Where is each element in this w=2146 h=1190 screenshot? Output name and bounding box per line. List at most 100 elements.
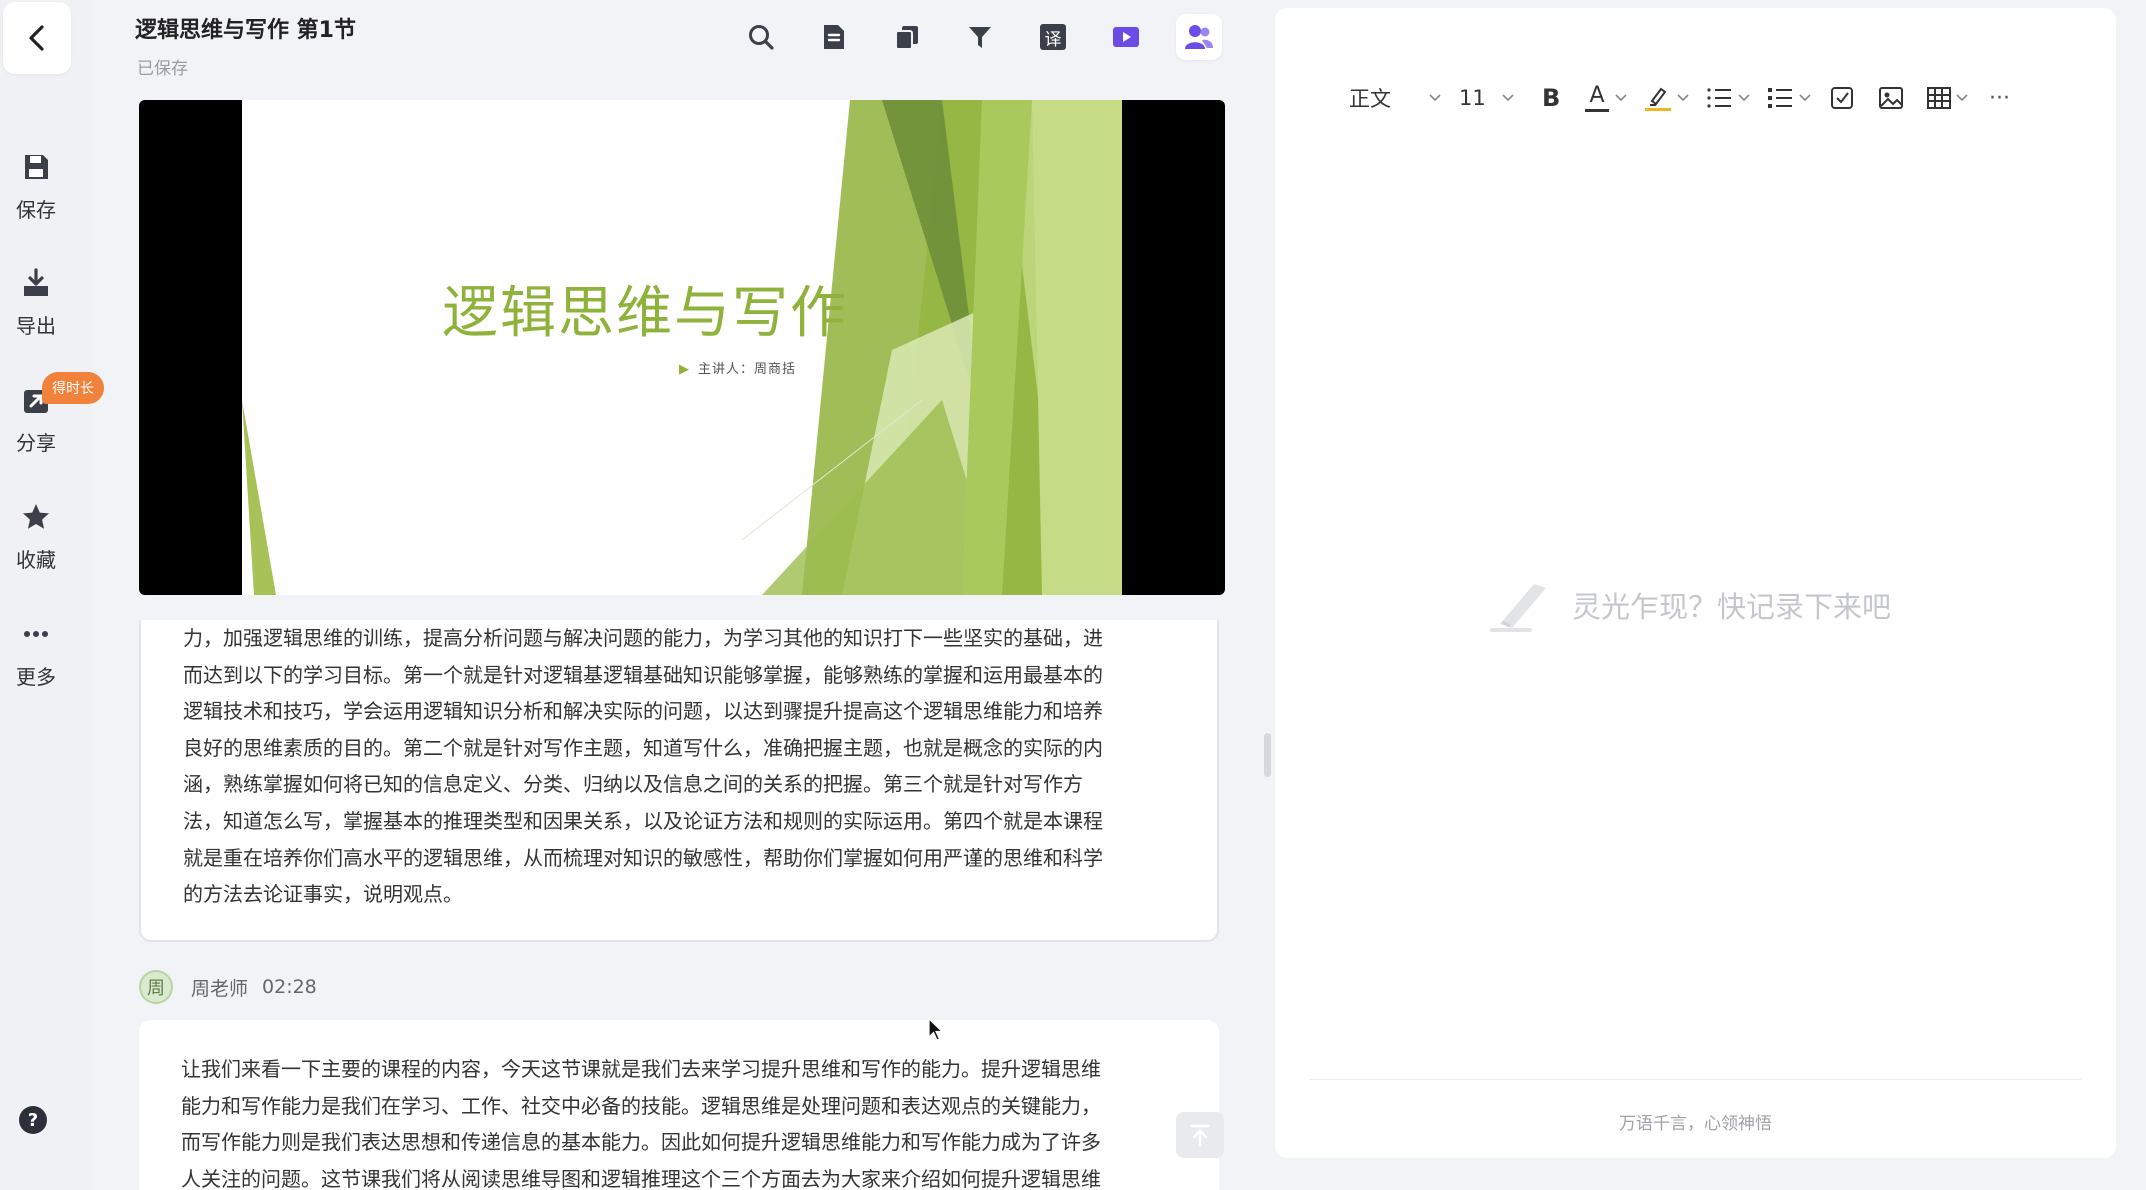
speaker-row: 周 周老师 02:28: [139, 970, 317, 1004]
filter-icon: [969, 27, 991, 48]
favorite-button[interactable]: 收藏: [0, 500, 72, 573]
chevron-down-icon: [1502, 94, 1514, 102]
transcript-text: 力，加强逻辑思维的训练，提高分析问题与解决问题的能力，为学习其他的知识打下一些坚…: [183, 620, 1173, 913]
more-button[interactable]: 更多: [0, 617, 72, 690]
bold-button[interactable]: B: [1542, 78, 1560, 118]
help-icon[interactable]: ?: [19, 1106, 47, 1134]
transcript-line: 而写作能力则是我们表达思想和传递信息的基本能力。因此如何提升逻辑思维能力和写作能…: [181, 1130, 1101, 1155]
font-color-glyph: A: [1589, 82, 1605, 108]
save-button[interactable]: 保存: [0, 150, 72, 223]
more-tools-button[interactable]: ···: [1989, 78, 2010, 118]
editor-footer: 万语千言，心领神悟: [1619, 1114, 1772, 1134]
transcript-line: 力，加强逻辑思维的训练，提高分析问题与解决问题的能力，为学习其他的知识打下一些坚…: [183, 626, 1103, 650]
copy-button[interactable]: [884, 14, 930, 60]
speaker-timestamp[interactable]: 02:28: [262, 976, 317, 998]
notes-icon: [824, 25, 844, 49]
chevron-left-icon: [29, 25, 44, 51]
transcript-text: 让我们来看一下主要的课程的内容，今天这节课就是我们去来学习提升思维和写作的能力。…: [181, 1051, 1171, 1190]
save-status: 已保存: [137, 59, 188, 79]
panel-resize-handle[interactable]: [1264, 733, 1271, 777]
paragraph-style-value: 正文: [1349, 87, 1391, 111]
font-color-icon: A: [1585, 82, 1609, 112]
filter-button[interactable]: [957, 14, 1003, 60]
bullet-list-button[interactable]: [1767, 78, 1811, 118]
placeholder-text: 灵光乍现？快记录下来吧: [1572, 590, 1892, 624]
video-button[interactable]: [1103, 14, 1149, 60]
slide-subtitle: ▶ 主讲人：周商括: [679, 358, 796, 377]
ordered-list-button[interactable]: [1706, 78, 1750, 118]
bold-icon: B: [1542, 84, 1561, 112]
save-label: 保存: [16, 198, 56, 222]
export-button[interactable]: 导出: [0, 266, 72, 339]
search-icon: [749, 25, 774, 50]
pen-icon: [1490, 584, 1546, 632]
avatar: 周: [139, 970, 173, 1004]
arrow-up-icon: [1190, 1124, 1210, 1147]
transcript-segment[interactable]: 让我们来看一下主要的课程的内容，今天这节课就是我们去来学习提升思维和写作的能力。…: [139, 1020, 1219, 1190]
share-label: 分享: [16, 431, 56, 455]
star-icon: [19, 500, 53, 534]
mouse-cursor-icon: [928, 1018, 944, 1041]
play-triangle-icon: ▶: [679, 362, 690, 377]
slide-presenter: 主讲人：周商括: [698, 362, 797, 377]
chevron-down-icon: [1677, 94, 1689, 102]
checkbox-icon: [1831, 87, 1853, 109]
transcript-line: 法，知道怎么写，掌握基本的推理类型和因果关系，以及论证方法和规则的实际运用。第四…: [183, 808, 1103, 833]
font-size-select[interactable]: 11: [1459, 78, 1514, 118]
more-label: 更多: [16, 665, 56, 689]
highlight-icon: [1645, 85, 1671, 111]
checklist-button[interactable]: [1830, 78, 1854, 118]
transcript-segment-active[interactable]: 力，加强逻辑思维的训练，提高分析问题与解决问题的能力，为学习其他的知识打下一些坚…: [139, 620, 1219, 942]
transcript-line: 的方法去论证事实，说明观点。: [183, 882, 463, 907]
download-icon: [19, 266, 53, 300]
font-color-swatch: [1585, 108, 1609, 112]
transcript-line: 人关注的问题。这节课我们将从阅读思维导图和逻辑推理这个三个方面去为大家来介绍如何…: [181, 1166, 1101, 1190]
more-icon: ···: [1989, 85, 2010, 111]
ordered-list-icon: [1707, 88, 1731, 108]
transcript-line: 能力和写作能力是我们在学习、工作、社交中必备的技能。逻辑思维是处理问题和表达观点…: [181, 1093, 1101, 1118]
transcript-panel: 逻辑思维与写作 第1节 已保存 译 逻辑思维与写作 ▶ 主讲人：周商括 力，加强…: [91, 0, 1231, 1190]
paragraph-style-select[interactable]: 正文: [1349, 78, 1441, 118]
back-button[interactable]: [3, 2, 71, 74]
chevron-down-icon: [1738, 94, 1750, 102]
speakers-button[interactable]: [1176, 14, 1222, 60]
font-size-value: 11: [1459, 86, 1486, 110]
export-label: 导出: [16, 314, 56, 338]
image-icon: [1879, 87, 1903, 109]
save-icon: [19, 150, 53, 184]
transcript-line: 良好的思维素质的目的。第二个就是针对写作主题，知道写什么，准确把握主题，也就是概…: [183, 735, 1103, 760]
chevron-down-icon: [1956, 94, 1968, 102]
chevron-down-icon: [1615, 94, 1627, 102]
highlight-button[interactable]: [1645, 78, 1689, 118]
font-color-button[interactable]: A: [1585, 78, 1627, 118]
favorite-label: 收藏: [16, 548, 56, 572]
people-icon: [1185, 25, 1213, 49]
divider: [1309, 1079, 2081, 1080]
more-icon: [19, 617, 53, 651]
translate-glyph: 译: [1044, 29, 1062, 50]
transcript-line: 让我们来看一下主要的课程的内容，今天这节课就是我们去来学习提升思维和写作的能力。…: [181, 1057, 1101, 1081]
chevron-down-icon: [1799, 94, 1811, 102]
page-title: 逻辑思维与写作 第1节: [135, 18, 356, 43]
transcript-line: 而达到以下的学习目标。第一个就是针对逻辑基逻辑基础知识能够掌握，能够熟练的掌握和…: [183, 662, 1103, 687]
notes-editor[interactable]: 正文 11 B A ··· 灵光乍现？快记录下来吧 万语千言，心领神悟: [1275, 8, 2116, 1158]
search-button[interactable]: [738, 14, 784, 60]
video-player[interactable]: 逻辑思维与写作 ▶ 主讲人：周商括: [139, 100, 1225, 595]
chevron-down-icon: [1429, 94, 1441, 102]
video-icon: [1113, 27, 1139, 47]
notes-button[interactable]: [811, 14, 857, 60]
highlight-swatch: [1645, 108, 1671, 111]
speaker-name: 周老师: [191, 977, 249, 1000]
insert-table-button[interactable]: [1926, 78, 1968, 118]
translate-button[interactable]: 译: [1030, 14, 1076, 60]
back-to-top-button[interactable]: [1176, 1112, 1224, 1158]
insert-image-button[interactable]: [1878, 78, 1904, 118]
transcript-line: 就是重在培养你们高水平的逻辑思维，从而梳理对知识的敏感性，帮助你们掌握如何用严谨…: [183, 845, 1103, 870]
copy-icon: [895, 26, 918, 50]
empty-placeholder: 灵光乍现？快记录下来吧: [1490, 578, 1891, 632]
slide-title: 逻辑思维与写作: [442, 281, 848, 346]
transcript-line: 逻辑技术和技巧，学会运用逻辑知识分析和解决实际的问题，以达到骤提升提高这个逻辑思…: [183, 699, 1103, 724]
bullet-list-icon: [1768, 88, 1792, 108]
left-sidebar: 保存 导出 分享 得时长 收藏 更多 ?: [0, 0, 104, 1190]
table-icon: [1927, 87, 1951, 109]
